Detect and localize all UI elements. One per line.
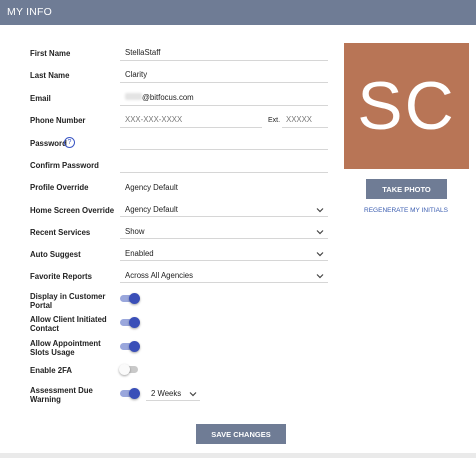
last-name-underline (120, 82, 328, 83)
last-name-label: Last Name (30, 71, 70, 80)
profile-override-label: Profile Override (30, 183, 89, 192)
allow-appointment-slots-toggle-knob[interactable] (129, 341, 140, 352)
allow-client-contact-label: Allow Client Initiated Contact (30, 315, 107, 333)
home-screen-override-label: Home Screen Override (30, 206, 115, 215)
allow-client-contact-label-line2: Contact (30, 324, 60, 333)
last-name-input[interactable]: Clarity (125, 70, 147, 79)
allow-appointment-slots-label-line2: Slots Usage (30, 348, 75, 357)
regenerate-initials-link[interactable]: REGENERATE MY INITIALS (350, 207, 462, 214)
favorite-reports-label: Favorite Reports (30, 272, 92, 281)
recent-services-label: Recent Services (30, 228, 91, 237)
display-customer-portal-toggle-knob[interactable] (129, 293, 140, 304)
email-input[interactable]: @bitfocus.com (142, 93, 194, 102)
display-customer-portal-label: Display in Customer Portal (30, 292, 105, 310)
first-name-input[interactable]: StellaStaff (125, 48, 160, 57)
favorite-reports-select[interactable]: Across All Agencies (125, 271, 193, 280)
assessment-due-warning-select[interactable]: 2 Weeks (151, 389, 181, 398)
chevron-down-icon[interactable] (316, 272, 324, 280)
phone-ext-input[interactable]: XXXXX (286, 115, 312, 124)
profile-override-value: Agency Default (125, 183, 178, 192)
assessment-due-warning-underline (146, 400, 200, 401)
assessment-due-warning-toggle-knob[interactable] (129, 388, 140, 399)
phone-ext-label: Ext. (268, 117, 281, 124)
home-screen-override-underline (120, 216, 328, 217)
password-label: Password (30, 139, 67, 148)
enable-2fa-toggle-knob[interactable] (119, 364, 130, 375)
recent-services-select[interactable]: Show (125, 227, 145, 236)
favorite-reports-underline (120, 282, 328, 283)
allow-appointment-slots-label: Allow Appointment Slots Usage (30, 339, 101, 357)
email-underline (120, 105, 328, 106)
password-input[interactable] (120, 149, 328, 150)
phone-ext-underline (282, 127, 328, 128)
auto-suggest-label: Auto Suggest (30, 250, 81, 259)
auto-suggest-select[interactable]: Enabled (125, 249, 154, 258)
confirm-password-label: Confirm Password (30, 161, 99, 170)
phone-label: Phone Number (30, 116, 86, 125)
phone-underline (120, 127, 262, 128)
display-customer-portal-label-line1: Display in Customer (30, 292, 106, 301)
avatar: SC (344, 43, 469, 169)
recent-services-underline (120, 238, 328, 239)
allow-client-contact-toggle-knob[interactable] (129, 317, 140, 328)
confirm-password-input[interactable] (120, 172, 328, 173)
page-header: MY INFO (0, 0, 476, 25)
first-name-underline (120, 60, 328, 61)
phone-input[interactable]: XXX-XXX-XXXX (125, 115, 182, 124)
chevron-down-icon[interactable] (316, 206, 324, 214)
assessment-due-warning-label-line1: Assessment Due (30, 386, 93, 395)
email-redacted-blur (125, 93, 142, 100)
page-bottom-divider (0, 453, 476, 458)
assessment-due-warning-label: Assessment Due Warning (30, 386, 93, 404)
enable-2fa-label: Enable 2FA (30, 366, 73, 375)
chevron-down-icon[interactable] (316, 250, 324, 258)
take-photo-button[interactable]: TAKE PHOTO (366, 179, 447, 199)
display-customer-portal-label-line2: Portal (30, 301, 53, 310)
page-title: MY INFO (7, 6, 52, 18)
chevron-down-icon[interactable] (316, 228, 324, 236)
save-changes-button[interactable]: SAVE CHANGES (196, 424, 286, 444)
email-label: Email (30, 94, 51, 103)
allow-client-contact-label-line1: Allow Client Initiated (30, 315, 107, 324)
assessment-due-warning-label-line2: Warning (30, 395, 61, 404)
first-name-label: First Name (30, 49, 71, 58)
allow-appointment-slots-label-line1: Allow Appointment (30, 339, 101, 348)
help-circle-icon[interactable]: ? (64, 137, 75, 148)
auto-suggest-underline (120, 260, 328, 261)
chevron-down-icon[interactable] (189, 390, 197, 398)
home-screen-override-select[interactable]: Agency Default (125, 205, 178, 214)
